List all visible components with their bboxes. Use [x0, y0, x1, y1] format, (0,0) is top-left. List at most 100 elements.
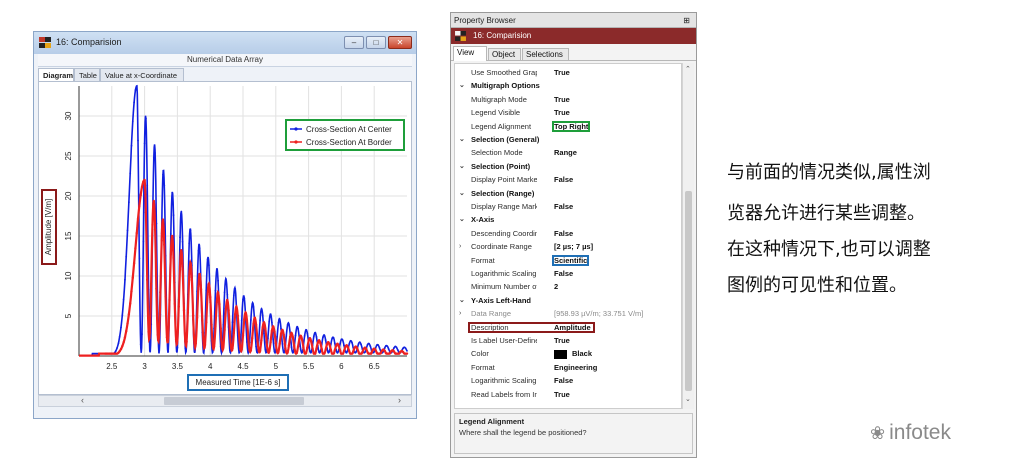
data-point[interactable]: [233, 313, 237, 316]
data-point[interactable]: [143, 142, 146, 145]
data-point[interactable]: [195, 316, 199, 319]
property-row[interactable]: Display Point Marker False: [455, 173, 681, 186]
data-point[interactable]: [210, 323, 213, 326]
data-point[interactable]: [282, 333, 285, 336]
data-point[interactable]: [328, 343, 331, 346]
data-point[interactable]: [285, 335, 288, 337]
data-point[interactable]: [349, 339, 352, 342]
data-point[interactable]: [223, 328, 226, 332]
data-point[interactable]: [234, 287, 237, 290]
data-point[interactable]: [126, 229, 129, 232]
data-point[interactable]: [315, 336, 318, 338]
data-point[interactable]: [191, 314, 195, 317]
data-point[interactable]: [315, 347, 318, 350]
data-point[interactable]: [181, 268, 184, 271]
property-row[interactable]: Format Scientific: [455, 254, 681, 267]
data-point[interactable]: [125, 255, 128, 258]
data-point[interactable]: [357, 343, 360, 345]
property-value[interactable]: False: [554, 267, 573, 280]
data-point[interactable]: [121, 345, 124, 348]
data-point[interactable]: [188, 242, 191, 245]
data-point[interactable]: [186, 311, 190, 314]
data-point[interactable]: [169, 253, 172, 256]
property-value[interactable]: Black: [554, 347, 592, 360]
property-value[interactable]: [2 µs; 7 µs]: [554, 240, 593, 253]
data-point[interactable]: [123, 336, 127, 339]
data-point[interactable]: [307, 339, 310, 343]
data-point[interactable]: [180, 249, 183, 252]
data-point[interactable]: [268, 320, 271, 323]
data-point[interactable]: [158, 351, 160, 354]
data-point[interactable]: [352, 350, 355, 353]
data-point[interactable]: [211, 351, 214, 353]
data-point[interactable]: [236, 314, 239, 317]
property-row[interactable]: Display Range Marke False: [455, 200, 681, 213]
data-point[interactable]: [342, 349, 346, 353]
data-point[interactable]: [190, 278, 193, 282]
property-row[interactable]: Logarithmic Scaling False: [455, 374, 681, 387]
data-point[interactable]: [172, 214, 175, 217]
data-point[interactable]: [370, 351, 373, 354]
data-point[interactable]: [216, 291, 220, 294]
data-point[interactable]: [261, 314, 264, 316]
data-point[interactable]: [286, 351, 289, 354]
data-point[interactable]: [392, 350, 396, 353]
maximize-button[interactable]: □: [366, 36, 386, 49]
property-value[interactable]: [958.93 µV/m; 33.751 V/m]: [554, 307, 643, 320]
property-scroll-thumb[interactable]: [685, 191, 692, 391]
data-point[interactable]: [154, 152, 156, 154]
property-value[interactable]: True: [554, 66, 570, 79]
property-row[interactable]: Is Label User-Defined True: [455, 334, 681, 347]
data-point[interactable]: [244, 311, 247, 314]
data-point[interactable]: [249, 349, 253, 352]
data-point[interactable]: [277, 321, 280, 324]
data-point[interactable]: [228, 330, 232, 333]
data-point[interactable]: [308, 337, 312, 340]
data-point[interactable]: [198, 247, 201, 250]
data-point[interactable]: [169, 233, 172, 235]
data-point[interactable]: [124, 278, 126, 281]
data-point[interactable]: [225, 278, 227, 280]
data-point[interactable]: [130, 290, 133, 293]
horizontal-scrollbar[interactable]: ‹ ›: [38, 395, 412, 407]
data-point[interactable]: [289, 335, 292, 338]
data-point[interactable]: [354, 351, 357, 354]
data-point[interactable]: [127, 313, 131, 316]
data-point[interactable]: [253, 316, 256, 319]
data-point[interactable]: [215, 301, 218, 304]
data-point[interactable]: [258, 349, 262, 353]
data-point[interactable]: [361, 350, 364, 354]
property-row[interactable]: Minimum Number of 2: [455, 280, 681, 293]
data-point[interactable]: [214, 325, 217, 328]
data-point[interactable]: [181, 240, 184, 243]
property-value[interactable]: False: [554, 227, 573, 240]
data-point[interactable]: [337, 344, 340, 348]
data-point[interactable]: [118, 350, 121, 353]
data-point[interactable]: [214, 289, 217, 292]
data-point[interactable]: [374, 348, 377, 352]
property-row[interactable]: Read Labels from Ins True: [455, 388, 681, 401]
data-point[interactable]: [268, 350, 271, 353]
property-row[interactable]: Legend Visible True: [455, 106, 681, 119]
data-point[interactable]: [298, 337, 301, 341]
data-point[interactable]: [348, 343, 351, 345]
data-point[interactable]: [254, 323, 258, 326]
collapse-icon[interactable]: ⌄: [459, 133, 465, 146]
data-point[interactable]: [341, 352, 344, 355]
data-point[interactable]: [197, 249, 200, 252]
data-point[interactable]: [202, 351, 205, 354]
data-point[interactable]: [339, 342, 341, 345]
data-point[interactable]: [176, 346, 179, 349]
data-point[interactable]: [135, 232, 138, 235]
data-point[interactable]: [144, 211, 148, 214]
data-point[interactable]: [301, 351, 303, 354]
data-point[interactable]: [157, 334, 161, 337]
property-row[interactable]: Color Black: [455, 347, 681, 360]
data-point[interactable]: [120, 326, 122, 329]
data-point[interactable]: [264, 348, 267, 351]
data-point[interactable]: [271, 321, 273, 324]
data-point[interactable]: [176, 338, 179, 342]
data-point[interactable]: [128, 201, 130, 204]
data-point[interactable]: [406, 350, 408, 352]
data-point[interactable]: [369, 345, 372, 348]
